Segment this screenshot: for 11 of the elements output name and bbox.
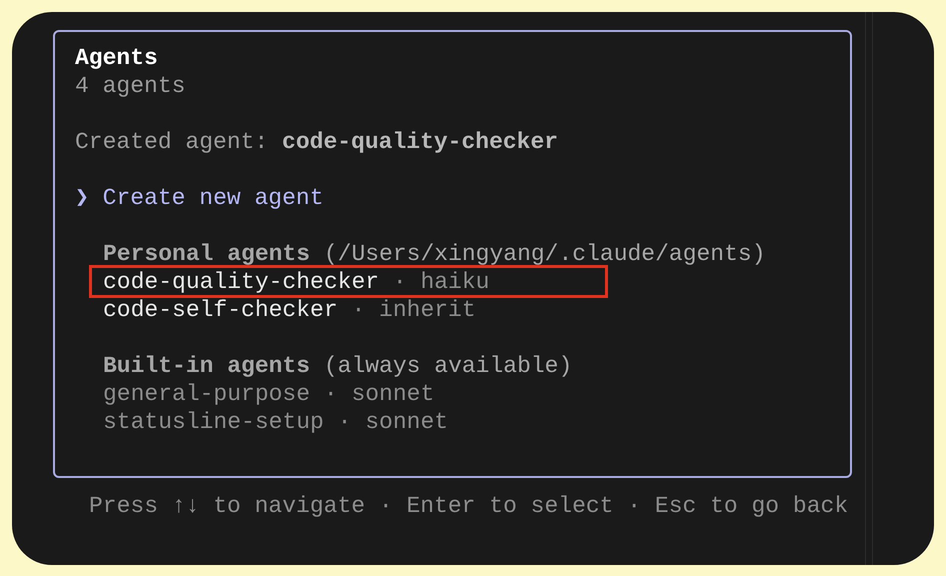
dialog-title: Agents	[75, 44, 158, 72]
section-heading: Personal agents (/Users/xingyang/.claude/agents)	[103, 240, 766, 268]
section-heading: Built-in agents (always available)	[103, 352, 572, 380]
keyboard-hint: Press ↑↓ to navigate · Enter to select · Esc to go back	[89, 492, 848, 520]
agent-item[interactable]: code-self-checker · inherit	[103, 296, 476, 324]
agent-count: 4 agents	[75, 72, 186, 100]
agent-item[interactable]: statusline-setup · sonnet	[103, 408, 448, 436]
agent-item[interactable]: code-quality-checker · haiku	[103, 268, 490, 296]
created-notice: Created agent: code-quality-checker	[75, 128, 558, 156]
agent-item[interactable]: general-purpose · sonnet	[103, 380, 434, 408]
menu-item[interactable]: ❯ Create new agent	[75, 184, 324, 212]
